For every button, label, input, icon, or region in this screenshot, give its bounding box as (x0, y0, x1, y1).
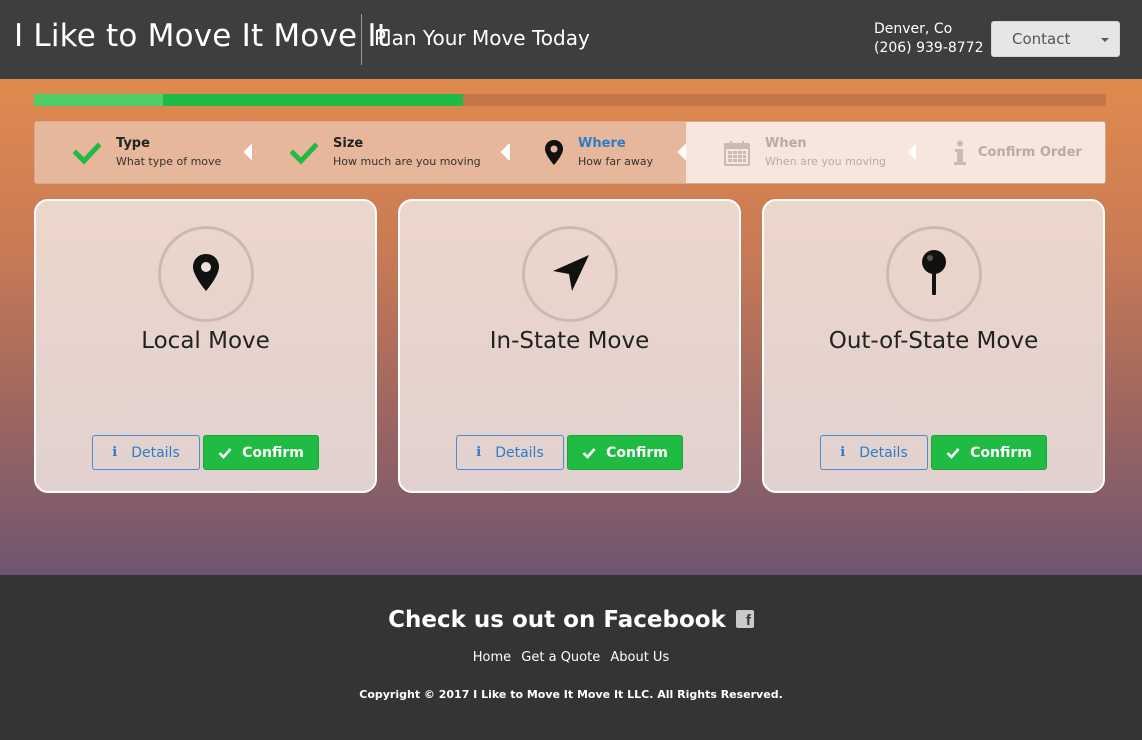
info-icon (954, 140, 966, 165)
header-divider (361, 14, 362, 65)
card-title: Out-of-State Move (828, 328, 1039, 354)
check-icon (218, 447, 232, 459)
check-icon (73, 142, 101, 165)
footer-link-about-us[interactable]: About Us (610, 650, 669, 665)
location-info: Denver, Co (206) 939-8772 (874, 20, 984, 58)
step-title: Type (116, 136, 150, 151)
caret-down-icon (1101, 38, 1109, 42)
check-icon (946, 447, 960, 459)
footer-nav: Home Get a Quote About Us (0, 650, 1142, 665)
step-title: Where (578, 136, 626, 151)
move-option-card-local: Local Move i Details Confirm (34, 199, 377, 493)
check-icon (290, 142, 318, 165)
facebook-icon[interactable]: f (735, 610, 754, 629)
step-subtitle: How much are you moving (333, 155, 481, 168)
step-confirm-order[interactable]: Confirm Order (916, 122, 1105, 183)
contact-button-label: Contact (1012, 30, 1071, 48)
details-button[interactable]: i Details (820, 435, 928, 470)
progress-bar (34, 94, 1106, 106)
main-content: Type What type of move Size How much are… (0, 79, 1142, 575)
info-icon: i (112, 445, 118, 460)
step-title: When (765, 136, 807, 151)
card-title: In-State Move (489, 328, 650, 354)
step-title: Confirm Order (978, 145, 1082, 160)
header-tagline: Plan Your Move Today (374, 26, 590, 50)
map-marker-icon (193, 254, 219, 291)
facebook-callout: Check us out on Facebook f (0, 607, 1142, 633)
step-size[interactable]: Size How much are you moving (252, 122, 511, 183)
site-footer: Check us out on Facebook f Home Get a Quo… (0, 575, 1142, 740)
confirm-label: Confirm (606, 444, 668, 461)
details-label: Details (859, 444, 908, 461)
confirm-label: Confirm (970, 444, 1032, 461)
confirm-label: Confirm (242, 444, 304, 461)
step-when[interactable]: When When are you moving (686, 122, 917, 183)
location-city: Denver, Co (874, 21, 953, 37)
step-subtitle: When are you moving (765, 155, 887, 168)
footer-link-home[interactable]: Home (473, 650, 511, 665)
brand-logo-text[interactable]: I Like to Move It Move It (14, 18, 389, 54)
step-where[interactable]: Where How far away (510, 122, 686, 183)
location-phone[interactable]: (206) 939-8772 (874, 39, 984, 58)
progress-bar-highlight (34, 94, 163, 106)
step-title: Size (333, 136, 364, 151)
confirm-button[interactable]: Confirm (203, 435, 319, 470)
move-option-card-out-of-state: Out-of-State Move i Details Confirm (762, 199, 1105, 493)
card-icon-circle (886, 226, 982, 322)
location-arrow-icon (553, 255, 589, 291)
step-type[interactable]: Type What type of move (35, 122, 253, 183)
move-option-card-in-state: In-State Move i Details Confirm (398, 199, 741, 493)
check-icon (582, 447, 596, 459)
confirm-button[interactable]: Confirm (931, 435, 1047, 470)
calendar-icon (724, 141, 750, 166)
card-icon-circle (522, 226, 618, 322)
facebook-text[interactable]: Check us out on Facebook (388, 607, 726, 633)
confirm-button[interactable]: Confirm (567, 435, 683, 470)
card-title: Local Move (141, 328, 270, 354)
map-marker-icon (545, 140, 563, 165)
card-icon-circle (158, 226, 254, 322)
site-header: I Like to Move It Move It Plan Your Move… (0, 0, 1142, 79)
details-label: Details (131, 444, 180, 461)
copyright-text: Copyright © 2017 I Like to Move It Move … (359, 688, 783, 701)
details-button[interactable]: i Details (456, 435, 564, 470)
footer-link-get-a-quote[interactable]: Get a Quote (521, 650, 600, 665)
push-pin-icon (922, 250, 946, 295)
info-icon: i (840, 445, 846, 460)
contact-dropdown-button[interactable]: Contact (991, 21, 1120, 57)
step-subtitle: How far away (578, 155, 654, 168)
wizard-steps: Type What type of move Size How much are… (34, 121, 1106, 184)
step-subtitle: What type of move (116, 155, 222, 168)
details-label: Details (495, 444, 544, 461)
info-icon: i (476, 445, 482, 460)
details-button[interactable]: i Details (92, 435, 200, 470)
